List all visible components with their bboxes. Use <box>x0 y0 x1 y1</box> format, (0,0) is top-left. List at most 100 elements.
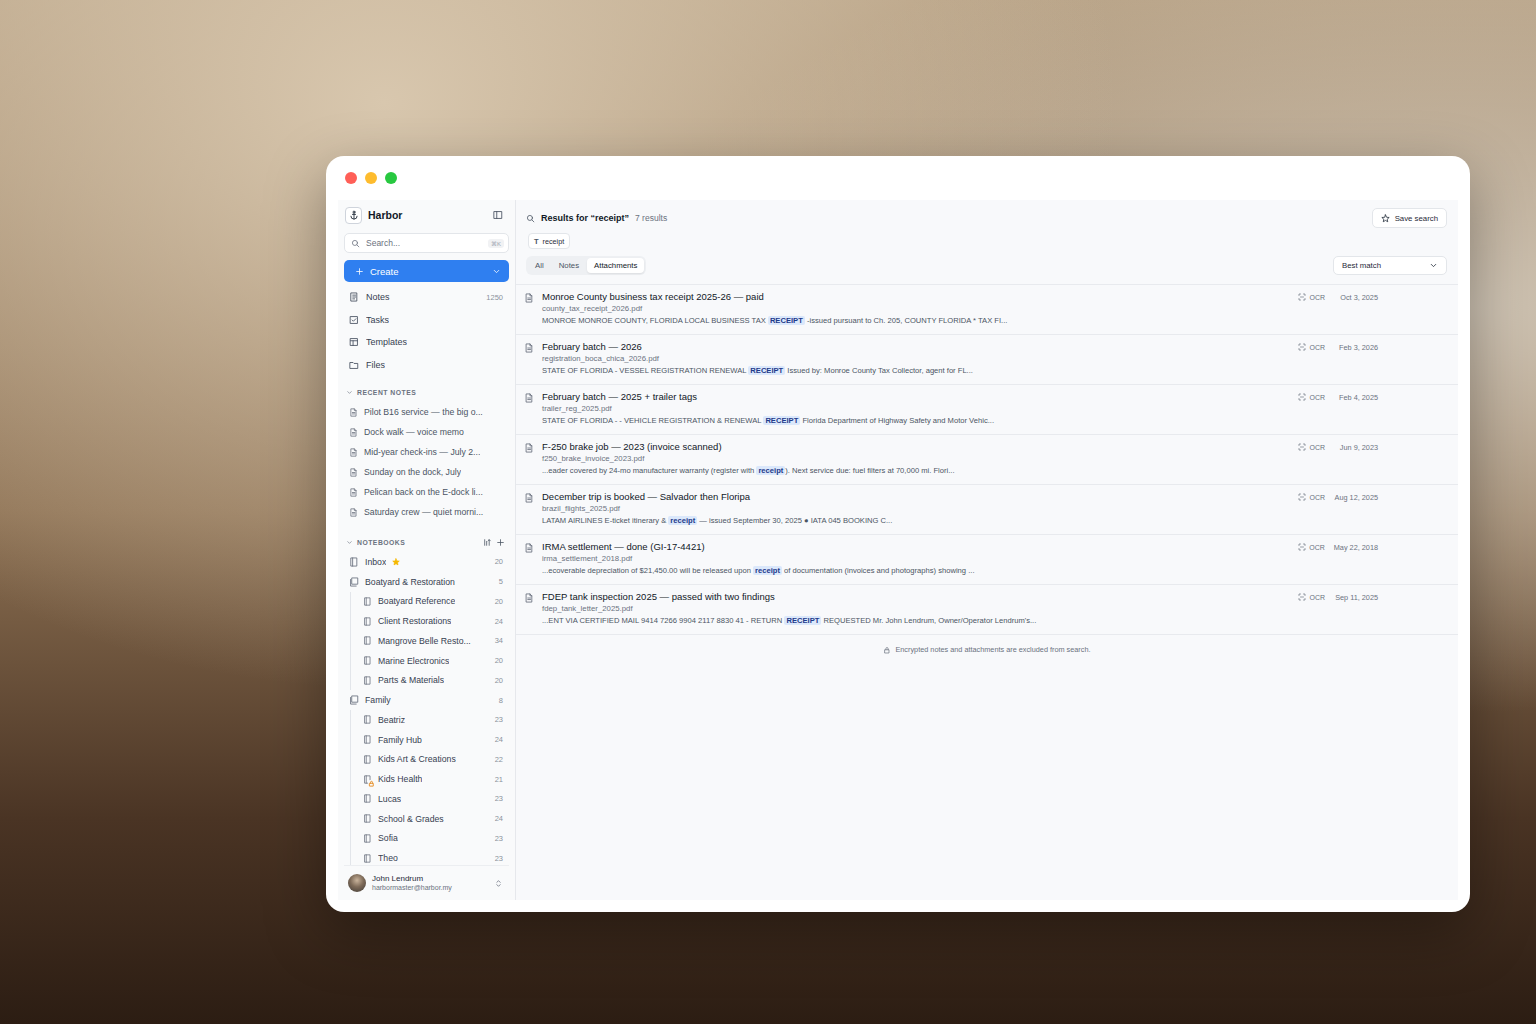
recent-note[interactable]: Pelican back on the E-dock li... <box>344 482 509 502</box>
result-row[interactable]: December trip is booked — Salvador then … <box>516 485 1458 535</box>
notebook-icon <box>363 834 372 843</box>
result-row[interactable]: FDEP tank inspection 2025 — passed with … <box>516 585 1458 635</box>
result-row[interactable]: F-250 brake job — 2023 (invoice scanned)… <box>516 435 1458 485</box>
plus-icon <box>355 267 364 276</box>
plus-icon[interactable] <box>496 538 505 547</box>
notebook-item[interactable]: Boatyard Reference20 <box>351 592 509 612</box>
recent-note[interactable]: Dock walk — voice memo <box>344 422 509 442</box>
result-filename: fdep_tank_letter_2025.pdf <box>542 603 1290 615</box>
notebooks-header[interactable]: NOTEBOOKS <box>344 532 509 552</box>
notebook-item[interactable]: Kids Art & Creations22 <box>351 750 509 770</box>
notebook-name: Marine Electronics <box>378 656 449 666</box>
notebook-item[interactable]: Boatyard & Restoration5 <box>344 572 509 592</box>
notebook-item[interactable]: Family Hub24 <box>351 730 509 750</box>
note-icon <box>349 508 358 517</box>
notebook-item[interactable]: Inbox20 <box>344 552 509 572</box>
match-highlight: RECEIPT <box>763 416 800 425</box>
nav-item[interactable]: Files <box>344 354 509 377</box>
notebook-count: 20 <box>495 557 503 566</box>
notebook-icon <box>363 656 372 665</box>
stack-icon <box>349 695 359 705</box>
zoom-button[interactable] <box>385 172 397 184</box>
notebook-count: 21 <box>495 775 503 784</box>
recent-note[interactable]: Pilot B16 service — the big o... <box>344 402 509 422</box>
ocr-badge: OCR <box>1298 593 1325 601</box>
notebook-item[interactable]: Beatriz23 <box>351 710 509 730</box>
result-date: Aug 12, 2025 <box>1334 493 1378 502</box>
filter-tab[interactable]: All <box>528 258 551 273</box>
sort-dropdown[interactable]: Best match <box>1333 256 1447 275</box>
chevron-down-icon <box>1429 261 1438 270</box>
notebook-count: 20 <box>495 676 503 685</box>
results-count: 7 results <box>635 213 667 223</box>
recent-note[interactable]: Sunday on the dock, July <box>344 462 509 482</box>
create-button[interactable]: Create <box>344 260 509 282</box>
recent-note-title: Pelican back on the E-dock li... <box>364 487 483 497</box>
nav-label: Templates <box>366 337 407 347</box>
result-snippet: ...eader covered by 24-mo manufacturer w… <box>542 465 1290 477</box>
search-field[interactable]: Search...⌘K <box>344 233 509 253</box>
avatar <box>348 874 366 892</box>
notebook-name: Sofia <box>378 833 398 843</box>
notebook-count: 20 <box>495 656 503 665</box>
lock-icon <box>883 646 891 654</box>
notebook-count: 5 <box>499 577 503 586</box>
nav-item[interactable]: Templates <box>344 331 509 354</box>
minimize-button[interactable] <box>365 172 377 184</box>
recent-notes-header[interactable]: RECENT NOTES <box>344 382 509 402</box>
recent-note[interactable]: Mid-year check-ins — July 2... <box>344 442 509 462</box>
nav-label: Notes <box>366 292 390 302</box>
notebook-count: 34 <box>495 636 503 645</box>
note-icon <box>349 488 358 497</box>
chevron-down-icon[interactable] <box>492 267 501 276</box>
logo[interactable] <box>345 207 362 224</box>
notebook-item[interactable]: Parts & Materials20 <box>351 671 509 691</box>
notebook-item[interactable]: Kids Health21 <box>351 769 509 789</box>
notebook-count: 23 <box>495 854 503 863</box>
files-icon <box>349 360 359 370</box>
notebook-item[interactable]: Lucas23 <box>351 789 509 809</box>
lock-icon <box>368 780 375 787</box>
sidebar-toggle-icon[interactable] <box>493 210 503 220</box>
notebook-count: 24 <box>495 617 503 626</box>
notebook-name: Kids Art & Creations <box>378 754 456 764</box>
notebook-item[interactable]: Family8 <box>344 690 509 710</box>
sort-icon[interactable] <box>483 538 492 547</box>
notebook-item[interactable]: Sofia23 <box>351 829 509 849</box>
result-filename: f250_brake_invoice_2023.pdf <box>542 453 1290 465</box>
notebook-item[interactable]: Client Restorations24 <box>351 611 509 631</box>
result-row[interactable]: Monroe County business tax receipt 2025-… <box>516 285 1458 335</box>
notebook-item[interactable]: Mangrove Belle Resto...34 <box>351 631 509 651</box>
notebook-icon <box>363 636 372 645</box>
background-photo: HarborSearch...⌘KCreateNotes1250TasksTem… <box>0 0 1536 1024</box>
match-highlight: receipt <box>668 516 697 525</box>
recent-note[interactable]: Saturday crew — quiet morni... <box>344 502 509 522</box>
notebook-name: Theo <box>378 853 398 863</box>
nav-label: Tasks <box>366 315 389 325</box>
result-snippet: STATE OF FLORIDA - VESSEL REGISTRATION R… <box>542 365 1290 377</box>
result-snippet: LATAM AIRLINES E-ticket itinerary & rece… <box>542 515 1290 527</box>
close-button[interactable] <box>345 172 357 184</box>
filter-tab[interactable]: Notes <box>552 258 586 273</box>
notebook-item[interactable]: School & Grades24 <box>351 809 509 829</box>
save-search-button[interactable]: Save search <box>1372 208 1447 228</box>
notebook-item[interactable]: Marine Electronics 20 <box>351 651 509 671</box>
nav-item[interactable]: Notes1250 <box>344 286 509 309</box>
result-row[interactable]: February batch — 2025 + trailer tagstrai… <box>516 385 1458 435</box>
match-highlight: RECEIPT <box>784 616 821 625</box>
user-account[interactable]: John Lendrumharbormaster@harbor.my <box>344 865 509 900</box>
result-row[interactable]: IRMA settlement — done (GI-17-4421)irma_… <box>516 535 1458 585</box>
query-chip[interactable]: Treceipt <box>528 233 570 249</box>
ocr-badge: OCR <box>1298 343 1325 351</box>
filter-tab[interactable]: Attachments <box>587 258 644 273</box>
ocr-badge: OCR <box>1298 493 1325 501</box>
result-title: FDEP tank inspection 2025 — passed with … <box>542 591 1290 603</box>
nav-item[interactable]: Tasks <box>344 309 509 332</box>
notebook-icon <box>363 676 372 685</box>
file-icon <box>524 543 534 553</box>
search-results-panel: Results for “receipt”7 resultsSave searc… <box>516 200 1458 900</box>
ocr-badge: OCR <box>1298 443 1325 451</box>
notebook-item[interactable]: Theo 23 <box>351 848 509 865</box>
notebook-icon <box>363 854 372 863</box>
result-row[interactable]: February batch — 2026registration_boca_c… <box>516 335 1458 385</box>
